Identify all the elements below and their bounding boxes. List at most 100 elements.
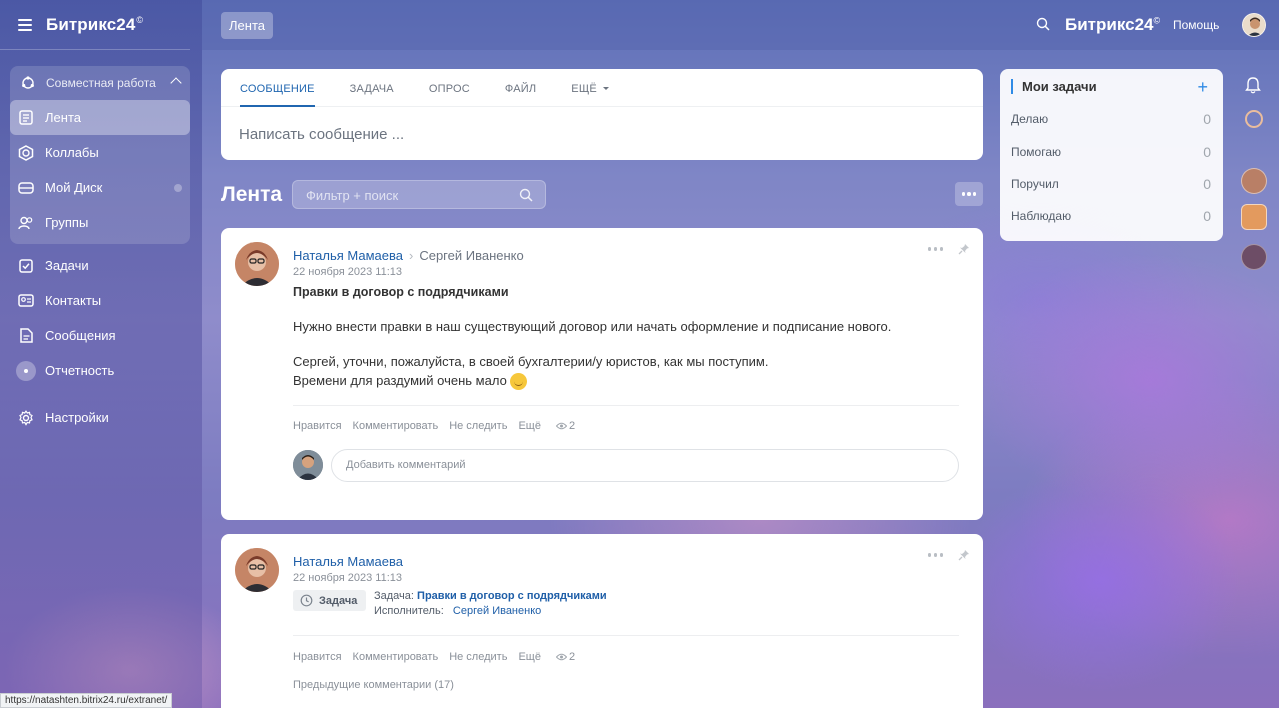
comment-button[interactable]: Комментировать xyxy=(353,651,439,663)
user-avatar[interactable] xyxy=(1242,13,1266,37)
comment-button[interactable]: Комментировать xyxy=(353,420,439,432)
task-counter-label: Поручил xyxy=(1011,177,1059,191)
tab-file[interactable]: ФАЙЛ xyxy=(505,69,536,107)
sidebar-item-groups[interactable]: Группы xyxy=(10,205,190,240)
views-count: 2 xyxy=(568,651,576,663)
author-avatar[interactable] xyxy=(235,242,279,286)
header-brand[interactable]: Битрикс24© xyxy=(1065,15,1160,35)
post-date[interactable]: 22 ноября 2023 11:13 xyxy=(293,572,402,584)
sidebar-item-settings[interactable]: Настройки xyxy=(10,400,190,435)
tab-message[interactable]: СООБЩЕНИЕ xyxy=(240,69,315,107)
task-badge-label: Задача xyxy=(319,594,358,607)
copilot-icon[interactable] xyxy=(1245,110,1263,128)
task-badge: Задача xyxy=(293,590,367,611)
sidebar-item-label: Настройки xyxy=(45,410,109,425)
post-composer: СООБЩЕНИЕ ЗАДАЧА ОПРОС ФАЙЛ ЕЩЁ Написать… xyxy=(221,69,983,160)
task-counter-value: 0 xyxy=(1203,144,1211,160)
filter-search-input[interactable]: Фильтр + поиск xyxy=(292,180,546,209)
pin-icon[interactable] xyxy=(958,548,970,566)
group-chat-avatar[interactable] xyxy=(1241,204,1267,230)
collab-work-icon xyxy=(20,75,36,91)
header-chip-feed[interactable]: Лента xyxy=(221,12,273,39)
message-input[interactable]: Написать сообщение ... xyxy=(221,107,983,143)
brand-logo[interactable]: Битрикс24© xyxy=(46,15,143,35)
views-count: 2 xyxy=(568,420,576,432)
chat-avatar[interactable] xyxy=(1241,168,1267,194)
sidebar-item-feed[interactable]: Лента xyxy=(10,100,190,135)
sidebar-item-tasks[interactable]: Задачи xyxy=(10,248,190,283)
sidebar-item-disk[interactable]: Мой Диск xyxy=(10,170,190,205)
unfollow-button[interactable]: Не следить xyxy=(449,651,507,663)
assignee-line: Исполнитель: Сергей Иваненко xyxy=(374,605,541,617)
task-counter-value: 0 xyxy=(1203,208,1211,224)
tasks-widget-title[interactable]: Мои задачи xyxy=(1011,79,1097,94)
sidebar-item-label: Задачи xyxy=(45,258,89,273)
chevron-up-icon[interactable] xyxy=(170,77,182,89)
header-brand-mark: © xyxy=(1153,15,1161,26)
recipient-link[interactable]: Сергей Иваненко xyxy=(419,248,523,263)
task-counter-row[interactable]: Помогаю 0 xyxy=(1011,144,1211,160)
unfollow-button[interactable]: Не следить xyxy=(449,420,507,432)
sidebar-item-label: Контакты xyxy=(45,293,102,308)
sidebar-item-contacts[interactable]: Контакты xyxy=(10,283,190,318)
add-task-button[interactable]: + xyxy=(1197,77,1208,98)
sidebar-header: Битрикс24© xyxy=(0,0,190,50)
sidebar-item-collabs[interactable]: Коллабы xyxy=(10,135,190,170)
eye-icon xyxy=(555,422,567,430)
task-counter-row[interactable]: Делаю 0 xyxy=(1011,111,1211,127)
post-text: Нужно внести правки в наш существующий д… xyxy=(293,319,892,334)
comment-input[interactable]: Добавить комментарий xyxy=(331,449,959,482)
task-counter-value: 0 xyxy=(1203,176,1211,192)
feed-more-button[interactable] xyxy=(955,182,983,206)
eye-icon xyxy=(555,653,567,661)
help-link[interactable]: Помощь xyxy=(1173,18,1219,32)
top-header: Лента Битрикс24© Помощь xyxy=(202,0,1279,50)
tab-more[interactable]: ЕЩЁ xyxy=(571,69,609,107)
filter-placeholder: Фильтр + поиск xyxy=(306,188,399,203)
previous-comments-link[interactable]: Предыдущие комментарии (17) xyxy=(293,679,454,691)
author-link[interactable]: Наталья Мамаева xyxy=(293,248,403,263)
post-actions: Нравится Комментировать Не следить Ещё 2 xyxy=(293,420,575,432)
sidebar-item-messages[interactable]: Сообщения xyxy=(10,318,190,353)
post-date[interactable]: 22 ноября 2023 11:13 xyxy=(293,266,402,278)
author-avatar[interactable] xyxy=(235,548,279,592)
tab-task[interactable]: ЗАДАЧА xyxy=(350,69,394,107)
header-brand-name: Битрикс24 xyxy=(1065,15,1154,34)
more-actions-button[interactable]: Ещё xyxy=(518,420,541,432)
post-text-last: Времени для раздумий очень мало xyxy=(293,371,527,391)
disk-icon xyxy=(18,180,34,196)
divider xyxy=(293,635,959,636)
search-icon[interactable] xyxy=(519,188,533,207)
brand-name: Битрикс24 xyxy=(46,14,136,34)
views-counter[interactable]: 2 xyxy=(555,420,576,432)
post-menu-icon[interactable] xyxy=(927,553,943,557)
task-link[interactable]: Правки в договор с подрядчиками xyxy=(417,590,607,602)
bell-icon[interactable] xyxy=(1245,76,1261,99)
post-menu-icon[interactable] xyxy=(927,247,943,251)
task-counter-row[interactable]: Поручил 0 xyxy=(1011,176,1211,192)
search-icon[interactable] xyxy=(1036,17,1050,31)
sidebar-group-header[interactable]: Совместная работа xyxy=(10,66,190,100)
like-button[interactable]: Нравится xyxy=(293,651,342,663)
pin-icon[interactable] xyxy=(958,242,970,260)
more-actions-button[interactable]: Ещё xyxy=(518,651,541,663)
chat-avatar[interactable] xyxy=(1241,244,1267,270)
task-counter-label: Наблюдаю xyxy=(1011,209,1072,223)
assignee-link[interactable]: Сергей Иваненко xyxy=(453,605,541,617)
post-text-line: Времени для раздумий очень мало xyxy=(293,373,507,388)
collab-icon xyxy=(18,144,34,161)
assignee-label: Исполнитель: xyxy=(374,605,444,617)
tab-poll[interactable]: ОПРОС xyxy=(429,69,470,107)
views-counter[interactable]: 2 xyxy=(555,651,576,663)
menu-icon[interactable] xyxy=(18,18,32,31)
task-counter-value: 0 xyxy=(1203,111,1211,127)
task-counter-label: Помогаю xyxy=(1011,145,1062,159)
author-link[interactable]: Наталья Мамаева xyxy=(293,554,403,569)
sidebar-item-label: Сообщения xyxy=(45,328,116,343)
smile-emoji-icon xyxy=(509,373,527,391)
task-counter-row[interactable]: Наблюдаю 0 xyxy=(1011,208,1211,224)
my-tasks-widget: Мои задачи + Делаю 0 Помогаю 0 Поручил 0 На… xyxy=(1000,69,1223,241)
task-counter-label: Делаю xyxy=(1011,112,1049,126)
sidebar-item-reports[interactable]: Отчетность xyxy=(10,353,190,388)
like-button[interactable]: Нравится xyxy=(293,420,342,432)
